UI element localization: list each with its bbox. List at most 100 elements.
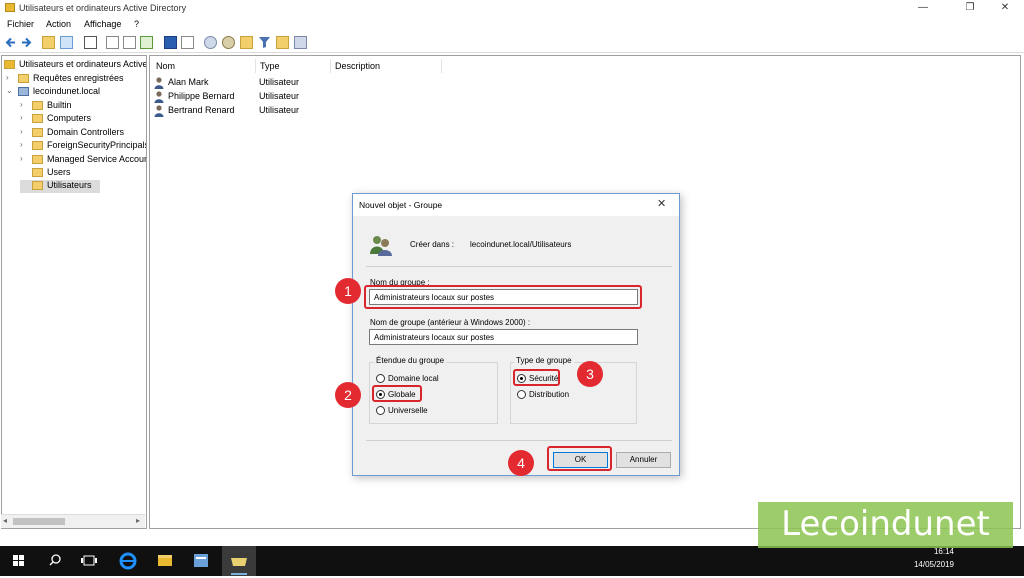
expand-arrow-icon[interactable]: ›: [6, 73, 14, 82]
pre2000-name-label: Nom de groupe (antérieur à Windows 2000)…: [370, 318, 531, 327]
pre2000-name-input[interactable]: Administrateurs locaux sur postes: [369, 329, 638, 345]
tree-item-computers[interactable]: › Computers: [20, 113, 146, 126]
scroll-thumb[interactable]: [13, 518, 65, 525]
dialog-titlebar: Nouvel objet - Groupe ✕: [353, 194, 679, 216]
user-icon: [154, 105, 164, 117]
back-arrow-icon[interactable]: [4, 36, 17, 49]
export-list-icon[interactable]: [140, 36, 153, 49]
collapse-arrow-icon[interactable]: ⌄: [6, 86, 14, 95]
column-separator[interactable]: [330, 59, 331, 73]
new-ou-icon[interactable]: [240, 36, 253, 49]
menu-bar: Fichier Action Affichage ?: [0, 17, 1024, 32]
refresh-icon[interactable]: [123, 36, 136, 49]
tree-item-saved-queries[interactable]: › Requêtes enregistrées: [6, 73, 146, 86]
column-separator[interactable]: [441, 59, 442, 73]
highlight-group-name: [364, 285, 642, 309]
domain-icon: [18, 87, 29, 96]
clock-time[interactable]: 16:14: [934, 547, 954, 556]
forward-arrow-icon[interactable]: [20, 36, 33, 49]
file-explorer-icon[interactable]: [148, 546, 182, 576]
table-row[interactable]: Alan Mark Utilisateur: [154, 77, 454, 91]
ou-folder-icon: [32, 128, 43, 137]
minimize-button[interactable]: —: [908, 0, 938, 17]
radio-universelle[interactable]: [376, 406, 385, 415]
column-header-description[interactable]: Description: [335, 61, 380, 71]
cell-name: Bertrand Renard: [168, 105, 235, 115]
expand-arrow-icon[interactable]: ›: [20, 140, 28, 149]
filter-icon[interactable]: [258, 36, 271, 49]
cell-type: Utilisateur: [259, 91, 300, 101]
scroll-right-icon[interactable]: ▸: [136, 516, 140, 525]
group-icon: [370, 236, 392, 256]
dialog-close-button[interactable]: ✕: [657, 197, 666, 210]
properties-icon[interactable]: [106, 36, 119, 49]
tree-item-users[interactable]: Users: [20, 167, 146, 180]
callout-1: 1: [335, 278, 361, 304]
folder-icon: [32, 114, 43, 123]
expand-arrow-icon[interactable]: ›: [20, 127, 28, 136]
tree-item-builtin[interactable]: › Builtin: [20, 100, 146, 113]
tree-item-domain-controllers[interactable]: › Domain Controllers: [20, 127, 146, 140]
menu-fichier[interactable]: Fichier: [7, 19, 34, 29]
folder-icon: [32, 155, 43, 164]
cell-name: Philippe Bernard: [168, 91, 235, 101]
server-manager-icon[interactable]: [184, 546, 218, 576]
type-label: Type de groupe: [514, 356, 574, 365]
tree-item-root[interactable]: Utilisateurs et ordinateurs Active: [4, 59, 146, 72]
search-icon[interactable]: [38, 546, 72, 576]
radio-distribution[interactable]: [517, 390, 526, 399]
menu-action[interactable]: Action: [46, 19, 71, 29]
column-header-name[interactable]: Nom: [156, 61, 175, 71]
lecoindunet-watermark-logo: Lecoindunet: [758, 502, 1013, 548]
show-console-tree-icon[interactable]: [60, 36, 73, 49]
new-group-icon[interactable]: [222, 36, 235, 49]
user-icon: [154, 77, 164, 89]
menu-affichage[interactable]: Affichage: [84, 19, 121, 29]
highlight-ok: [547, 446, 612, 471]
create-in-value: lecoindunet.local/Utilisateurs: [470, 240, 572, 249]
table-row[interactable]: Philippe Bernard Utilisateur: [154, 91, 454, 105]
tree-horizontal-scrollbar[interactable]: ◂ ▸: [1, 514, 145, 528]
clock-date[interactable]: 14/05/2019: [914, 560, 954, 569]
scroll-left-icon[interactable]: ◂: [3, 516, 7, 525]
user-icon: [154, 91, 164, 103]
tree-item-utilisateurs[interactable]: Utilisateurs: [20, 180, 100, 193]
folder-icon: [32, 141, 43, 150]
tree-item-foreign-security-principals[interactable]: › ForeignSecurityPrincipals: [20, 140, 146, 153]
add-to-group-icon[interactable]: [294, 36, 307, 49]
task-view-icon[interactable]: [72, 546, 106, 576]
cell-type: Utilisateur: [259, 105, 300, 115]
ou-folder-icon: [32, 181, 43, 190]
cancel-button[interactable]: Annuler: [616, 452, 671, 468]
toolbar: [0, 33, 1024, 53]
ad-users-computers-taskbar-icon[interactable]: [222, 546, 256, 576]
dialog-title: Nouvel objet - Groupe: [359, 200, 443, 210]
expand-arrow-icon[interactable]: ›: [20, 154, 28, 163]
tree-item-domain[interactable]: ⌄ lecoindunet.local: [6, 86, 146, 99]
close-button[interactable]: ✕: [990, 0, 1020, 17]
action-pane-icon[interactable]: [181, 36, 194, 49]
column-separator[interactable]: [255, 59, 256, 73]
console-tree: Utilisateurs et ordinateurs Active › Req…: [1, 55, 147, 529]
divider: [366, 440, 672, 441]
table-row[interactable]: Bertrand Renard Utilisateur: [154, 105, 454, 119]
menu-help[interactable]: ?: [134, 19, 139, 29]
expand-arrow-icon[interactable]: ›: [20, 100, 28, 109]
tree-item-managed-service-accounts[interactable]: › Managed Service Accoun: [20, 154, 146, 167]
column-header-type[interactable]: Type: [260, 61, 280, 71]
folder-icon: [32, 101, 43, 110]
divider: [366, 266, 672, 267]
internet-explorer-icon[interactable]: [111, 546, 145, 576]
radio-domaine-local[interactable]: [376, 374, 385, 383]
help-icon[interactable]: [164, 36, 177, 49]
restore-button[interactable]: ❐: [955, 0, 985, 17]
find-icon[interactable]: [276, 36, 289, 49]
cell-name: Alan Mark: [168, 77, 209, 87]
radio-label-domaine-local: Domaine local: [388, 374, 439, 383]
expand-arrow-icon[interactable]: ›: [20, 113, 28, 122]
window-titlebar: Utilisateurs et ordinateurs Active Direc…: [0, 0, 1024, 17]
clipboard-icon[interactable]: [84, 36, 97, 49]
new-user-icon[interactable]: [204, 36, 217, 49]
folder-up-icon[interactable]: [42, 36, 55, 49]
windows-start-icon[interactable]: [2, 546, 36, 576]
